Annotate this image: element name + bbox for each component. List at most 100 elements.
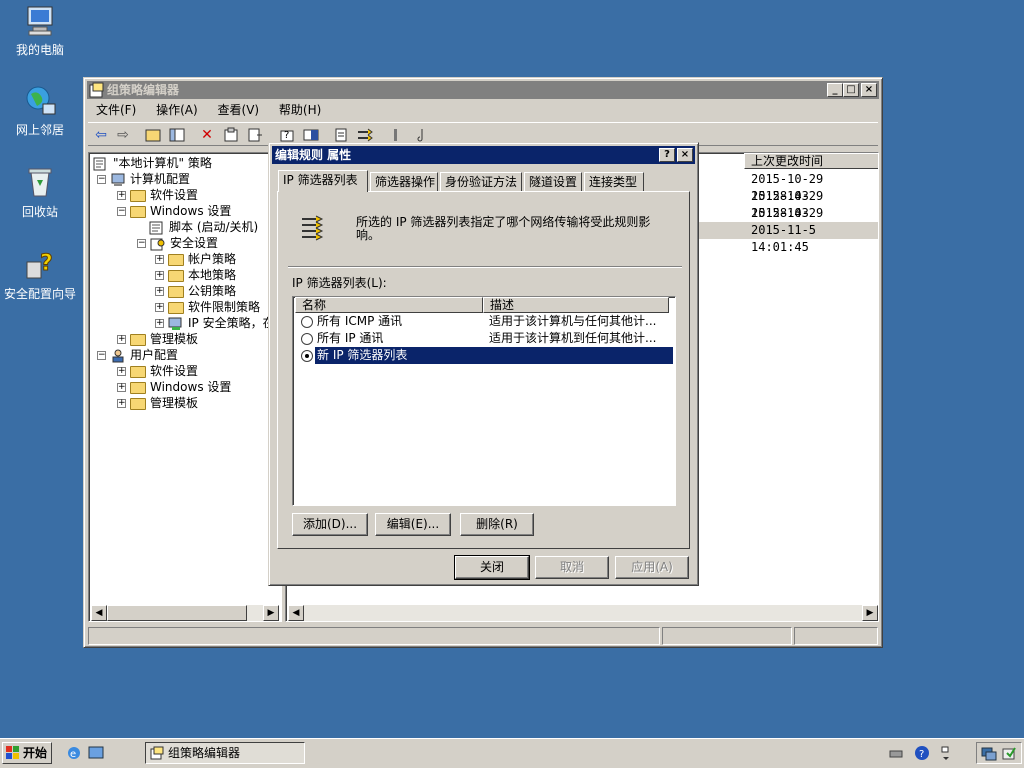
show-desktop-icon[interactable] (88, 745, 104, 761)
export-list-icon[interactable] (246, 126, 264, 144)
scroll-right-arrow-icon[interactable]: ▶ (263, 605, 279, 621)
tab-connection-type[interactable]: 连接类型 (584, 172, 644, 192)
add-button[interactable]: 添加(D)... (292, 513, 368, 536)
scroll-thumb[interactable] (107, 605, 247, 621)
desktop-icon-network[interactable]: 网上邻居 (0, 84, 80, 138)
svg-text:?: ? (40, 251, 53, 276)
help-button[interactable]: ? (659, 148, 675, 162)
delete-icon[interactable]: ✕ (198, 126, 216, 144)
tab-ip-filter-list[interactable]: IP 筛选器列表 (278, 170, 368, 192)
show-tree-icon[interactable] (168, 126, 186, 144)
filter-radio[interactable] (301, 333, 313, 345)
tab-tunnel-settings[interactable]: 隧道设置 (524, 172, 582, 192)
collapse-toggle[interactable]: − (97, 175, 106, 184)
back-arrow-icon[interactable]: ⇦ (92, 126, 110, 144)
expand-toggle[interactable]: + (155, 319, 164, 328)
tree-item[interactable]: + 软件设置 (117, 187, 198, 203)
tree-item[interactable]: + 公钥策略 (155, 283, 236, 299)
tab-filter-action[interactable]: 筛选器操作 (370, 172, 438, 192)
desktop-icon-security-wizard[interactable]: ? 安全配置向导 (0, 248, 80, 302)
forward-arrow-icon[interactable]: ⇨ (114, 126, 132, 144)
tray-speaker-icon[interactable] (940, 744, 952, 762)
tray-help-icon[interactable]: ? (914, 745, 930, 761)
minimize-button[interactable]: _ (827, 83, 843, 97)
expand-toggle[interactable]: + (117, 335, 126, 344)
dialog-titlebar[interactable]: 编辑规则 属性 ? × (272, 146, 695, 164)
filter-listview[interactable]: 名称 描述 所有 ICMP 通讯 适用于该计算机与任何其他计... 所有 IP … (292, 296, 676, 506)
start-button[interactable]: 开始 (2, 742, 52, 764)
filter-radio-selected[interactable] (301, 350, 313, 362)
scroll-left-arrow-icon[interactable]: ◀ (288, 605, 304, 621)
tree-item[interactable]: + IP 安全策略，在 (155, 315, 275, 331)
apply-button[interactable]: 应用(A) (615, 556, 689, 579)
desktop-icon-recycle-bin[interactable]: 回收站 (0, 166, 80, 220)
expand-toggle[interactable]: + (155, 287, 164, 296)
scroll-right-arrow-icon[interactable]: ▶ (862, 605, 878, 621)
filter-radio[interactable] (301, 316, 313, 328)
internet-explorer-icon[interactable]: e (66, 745, 82, 761)
tree-item[interactable]: + 软件设置 (117, 363, 198, 379)
tree-item[interactable]: + 软件限制策略 (155, 299, 260, 315)
tree-item[interactable]: + 管理模板 (117, 331, 198, 347)
tree-pane[interactable]: "本地计算机" 策略 − 计算机配置 + 软件设置 − Windows 设置 脚本 (… (88, 152, 282, 622)
filter-list-label: IP 筛选器列表(L): (292, 276, 387, 290)
tree-item[interactable]: "本地计算机" 策略 (93, 155, 212, 171)
expand-toggle[interactable]: + (155, 271, 164, 280)
edit-rule-properties-dialog[interactable]: 编辑规则 属性 ? × IP 筛选器列表 筛选器操作 身份验证方法 隧道设置 连… (268, 142, 699, 586)
expand-toggle[interactable]: + (117, 399, 126, 408)
main-window-title: 组策略编辑器 (107, 83, 180, 97)
scroll-left-arrow-icon[interactable]: ◀ (91, 605, 107, 621)
expand-toggle[interactable]: + (117, 367, 126, 376)
tree-item[interactable]: − 用户配置 (97, 347, 178, 363)
list-horizontal-scrollbar[interactable]: ◀ ▶ (288, 605, 878, 621)
tree-item[interactable]: + 帐户策略 (155, 251, 236, 267)
close-dialog-button[interactable]: 关闭 (454, 555, 530, 580)
tray-connection-icon[interactable] (981, 745, 997, 761)
taskbar-button-gpedit[interactable]: 组策略编辑器 (145, 742, 305, 764)
tree-item[interactable]: − 安全设置 (137, 235, 218, 251)
tab-authentication-methods[interactable]: 身份验证方法 (440, 172, 522, 192)
dialog-close-button[interactable]: × (677, 148, 693, 162)
tree-item[interactable]: − Windows 设置 (117, 203, 231, 219)
column-header-name[interactable]: 名称 (295, 297, 483, 313)
collapse-toggle[interactable]: − (117, 207, 126, 216)
computer-config-icon (110, 173, 126, 187)
tree-item[interactable]: + 本地策略 (155, 267, 236, 283)
tree-item[interactable]: − 计算机配置 (97, 171, 190, 187)
menu-file[interactable]: 文件(F) (88, 100, 144, 120)
filter-row[interactable]: 所有 IP 通讯 适用于该计算机到任何其他计... (295, 330, 673, 347)
cancel-button[interactable]: 取消 (535, 556, 609, 579)
tree-item-label: 计算机配置 (130, 172, 191, 186)
ip-security-icon (168, 317, 184, 331)
tree-item[interactable]: + Windows 设置 (117, 379, 231, 395)
remove-button[interactable]: 删除(R) (460, 513, 534, 536)
column-header-description[interactable]: 描述 (483, 297, 669, 313)
filter-row[interactable]: 所有 ICMP 通讯 适用于该计算机与任何其他计... (295, 313, 673, 330)
expand-toggle[interactable]: + (155, 303, 164, 312)
expand-toggle[interactable]: + (117, 191, 126, 200)
collapse-toggle[interactable]: − (137, 239, 146, 248)
recycle-bin-icon (23, 166, 57, 200)
close-button[interactable]: × (861, 83, 877, 97)
expand-toggle[interactable]: + (117, 383, 126, 392)
desktop-icon-label: 回收站 (21, 205, 58, 219)
tree-horizontal-scrollbar[interactable]: ◀ ▶ (91, 605, 279, 621)
tree-item[interactable]: 脚本 (启动/关机) (149, 219, 258, 235)
tray-network-icon[interactable] (888, 745, 904, 761)
desktop-icon-my-computer[interactable]: 我的电脑 (0, 4, 80, 58)
properties-icon[interactable] (222, 126, 240, 144)
maximize-button[interactable]: □ (843, 83, 859, 97)
column-header-modified[interactable]: 上次更改时间 (744, 153, 878, 169)
up-folder-icon[interactable] (144, 126, 162, 144)
edit-button[interactable]: 编辑(E)... (375, 513, 451, 536)
filter-row-selected[interactable]: 新 IP 筛选器列表 (295, 347, 673, 364)
expand-toggle[interactable]: + (155, 255, 164, 264)
menu-action[interactable]: 操作(A) (148, 100, 206, 120)
menu-help[interactable]: 帮助(H) (271, 100, 329, 120)
collapse-toggle[interactable]: − (97, 351, 106, 360)
menu-view[interactable]: 查看(V) (210, 100, 268, 120)
tree-item[interactable]: + 管理模板 (117, 395, 198, 411)
modified-time: 2015-11-5 14:01:45 (751, 223, 817, 254)
tray-security-icon[interactable] (1001, 745, 1017, 761)
main-titlebar[interactable]: 组策略编辑器 _ □ × (87, 81, 879, 99)
